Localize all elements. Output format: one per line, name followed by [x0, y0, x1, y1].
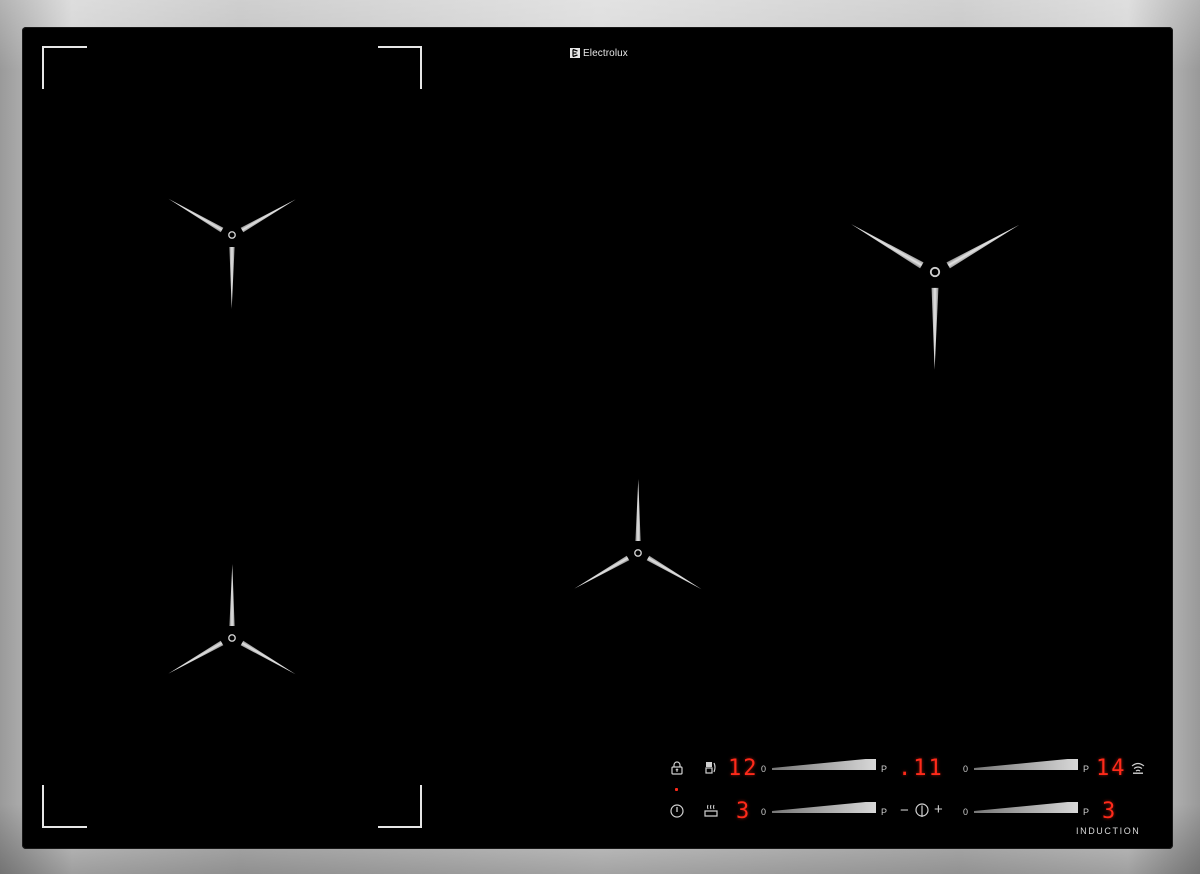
hob-markings: [42, 46, 1021, 828]
timer-icon[interactable]: [914, 802, 930, 818]
slider-left-bottom-max: P: [881, 807, 888, 817]
corner-bottom-right: [378, 785, 422, 828]
right-bottom-power-slider[interactable]: [974, 802, 1078, 814]
ceramic-glass-surface: Electrolux 12 0 P .11 0 P 14 3 0 P − + 0…: [22, 27, 1173, 849]
left-top-power-slider[interactable]: [772, 759, 876, 771]
bridge-icon[interactable]: [703, 760, 719, 776]
slider-right-bottom-max: P: [1083, 807, 1090, 817]
slider-left-top-min: 0: [761, 764, 767, 774]
slider-left-bottom-min: 0: [761, 807, 767, 817]
left-bottom-power-slider[interactable]: [772, 802, 876, 814]
induction-label: INDUCTION: [1076, 826, 1141, 836]
slider-right-bottom-min: 0: [963, 807, 969, 817]
rear-right-zone-marker: [849, 221, 1021, 370]
timer-display: .11: [898, 756, 944, 781]
front-left-power-display: 3: [736, 799, 752, 824]
electrolux-logo-icon: [570, 48, 580, 58]
corner-top-left: [42, 46, 87, 89]
center-zone-marker: [573, 479, 703, 592]
front-right-power-display: 3: [1102, 799, 1118, 824]
slider-left-top-max: P: [881, 764, 888, 774]
lock-indicator-led: [675, 788, 678, 791]
front-left-zone-marker: [167, 564, 297, 677]
brand-logo: Electrolux: [570, 46, 628, 60]
slider-right-top-max: P: [1083, 764, 1090, 774]
brand-name: Electrolux: [583, 47, 628, 59]
pot-boil-icon[interactable]: [703, 803, 719, 819]
rear-left-zone-marker: [167, 196, 297, 309]
timer-minus-button[interactable]: −: [900, 803, 909, 818]
corner-top-right: [378, 46, 422, 89]
rear-right-power-display: 14: [1096, 756, 1127, 781]
rear-left-power-display: 12: [728, 756, 759, 781]
right-top-power-slider[interactable]: [974, 759, 1078, 771]
slider-right-top-min: 0: [963, 764, 969, 774]
timer-plus-button[interactable]: +: [934, 802, 943, 817]
power-icon[interactable]: [669, 803, 685, 819]
lock-icon[interactable]: [669, 760, 685, 776]
wireless-icon[interactable]: [1130, 760, 1146, 776]
flex-zone-corners: [42, 46, 422, 828]
corner-bottom-left: [42, 785, 87, 828]
